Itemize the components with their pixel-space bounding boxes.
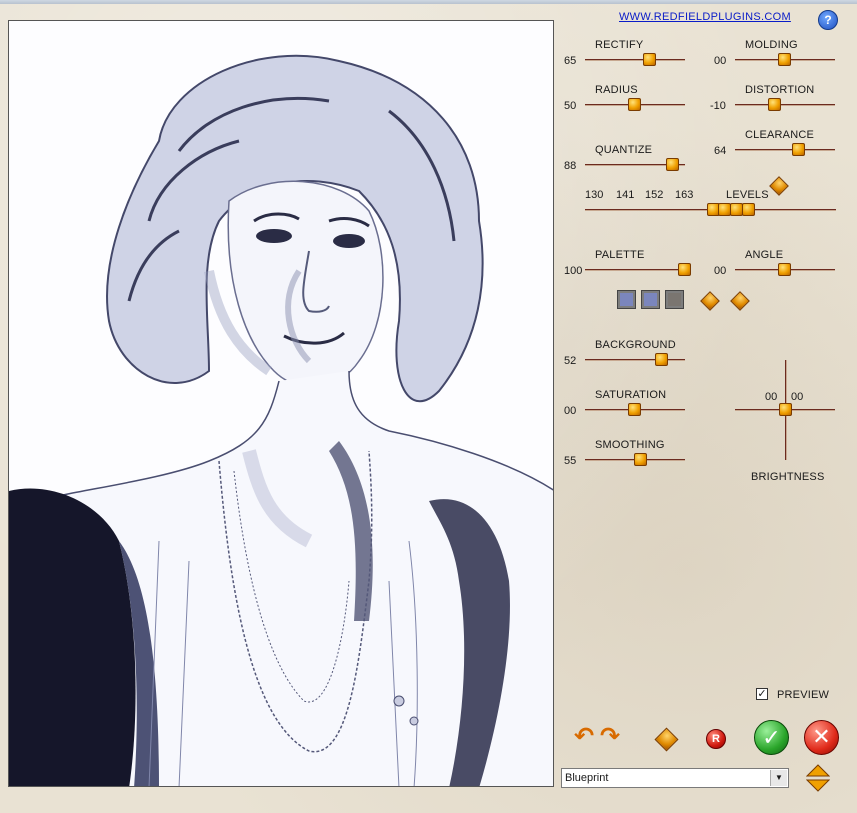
background-value: 52 xyxy=(564,355,577,367)
saturation-label: SATURATION xyxy=(595,389,667,401)
quantize-value: 88 xyxy=(564,160,577,172)
brightness-handle[interactable] xyxy=(779,403,792,416)
clearance-value: 64 xyxy=(714,145,727,157)
preview-checkbox[interactable]: ✓ xyxy=(756,688,768,700)
background-track[interactable] xyxy=(585,359,685,361)
quantize-slider-handle[interactable] xyxy=(666,158,679,171)
randomize-all-icon[interactable] xyxy=(654,727,679,752)
rectify-label: RECTIFY xyxy=(595,39,644,51)
clearance-label: CLEARANCE xyxy=(745,129,815,141)
palette-value: 100 xyxy=(564,265,583,277)
radius-slider-handle[interactable] xyxy=(628,98,641,111)
level-handle-4[interactable] xyxy=(742,203,755,216)
palette-randomize-icon[interactable] xyxy=(700,291,720,311)
rectify-slider-handle[interactable] xyxy=(643,53,656,66)
levels-randomize-icon[interactable] xyxy=(769,176,789,196)
background-slider-handle[interactable] xyxy=(655,353,668,366)
redfield-website-link[interactable]: WWW.REDFIELDPLUGINS.COM xyxy=(619,11,791,23)
background-label: BACKGROUND xyxy=(595,339,676,351)
angle-value: 00 xyxy=(714,265,727,277)
portrait-sketch xyxy=(9,21,553,786)
smoothing-label: SMOOTHING xyxy=(595,439,665,451)
cancel-button[interactable]: ✕ xyxy=(804,720,839,755)
smoothing-slider-handle[interactable] xyxy=(634,453,647,466)
molding-slider-handle[interactable] xyxy=(778,53,791,66)
clearance-track[interactable] xyxy=(735,149,835,151)
angle-label: ANGLE xyxy=(745,249,784,261)
preset-selected-value: Blueprint xyxy=(565,772,609,784)
distortion-track[interactable] xyxy=(735,104,835,106)
brightness-label: BRIGHTNESS xyxy=(751,471,825,483)
saturation-value: 00 xyxy=(564,405,577,417)
clearance-slider-handle[interactable] xyxy=(792,143,805,156)
smoothing-value: 55 xyxy=(564,455,577,467)
palette-slider-handle[interactable] xyxy=(678,263,691,276)
palette-color-swatch-2[interactable] xyxy=(641,290,660,309)
angle-slider-handle[interactable] xyxy=(778,263,791,276)
reset-button[interactable]: R xyxy=(706,729,726,749)
palette-color-swatch-3[interactable] xyxy=(665,290,684,309)
ok-button[interactable]: ✓ xyxy=(754,720,789,755)
palette-track[interactable] xyxy=(585,269,685,271)
molding-value: 00 xyxy=(714,55,727,67)
level-value-3: 152 xyxy=(645,189,664,201)
molding-label: MOLDING xyxy=(745,39,798,51)
radius-label: RADIUS xyxy=(595,84,638,96)
levels-label: LEVELS xyxy=(726,189,769,201)
preset-up-down-icon[interactable] xyxy=(806,764,830,792)
chevron-down-icon[interactable]: ▼ xyxy=(770,770,787,786)
level-value-4: 163 xyxy=(675,189,694,201)
preset-select[interactable]: Blueprint ▼ xyxy=(561,768,789,788)
rectify-value: 65 xyxy=(564,55,577,67)
palette-shuffle-icon[interactable] xyxy=(730,291,750,311)
level-value-2: 141 xyxy=(616,189,635,201)
brightness-y-value: 00 xyxy=(791,391,804,403)
preview-image[interactable] xyxy=(8,20,554,787)
radius-value: 50 xyxy=(564,100,577,112)
distortion-slider-handle[interactable] xyxy=(768,98,781,111)
redo-icon[interactable]: ↷ xyxy=(600,722,620,751)
distortion-label: DISTORTION xyxy=(745,84,815,96)
palette-label: PALETTE xyxy=(595,249,645,261)
quantize-label: QUANTIZE xyxy=(595,144,653,156)
rectify-track[interactable] xyxy=(585,59,685,61)
saturation-slider-handle[interactable] xyxy=(628,403,641,416)
preview-label: PREVIEW xyxy=(777,689,830,701)
title-bar-edge xyxy=(0,0,857,4)
brightness-x-value: 00 xyxy=(765,391,778,403)
palette-color-swatch-1[interactable] xyxy=(617,290,636,309)
distortion-value: -10 xyxy=(710,100,726,112)
undo-icon[interactable]: ↶ xyxy=(574,722,594,751)
help-icon[interactable]: ? xyxy=(818,10,838,30)
undo-redo-icons: ↶ ↷ xyxy=(574,723,628,750)
level-value-1: 130 xyxy=(585,189,604,201)
